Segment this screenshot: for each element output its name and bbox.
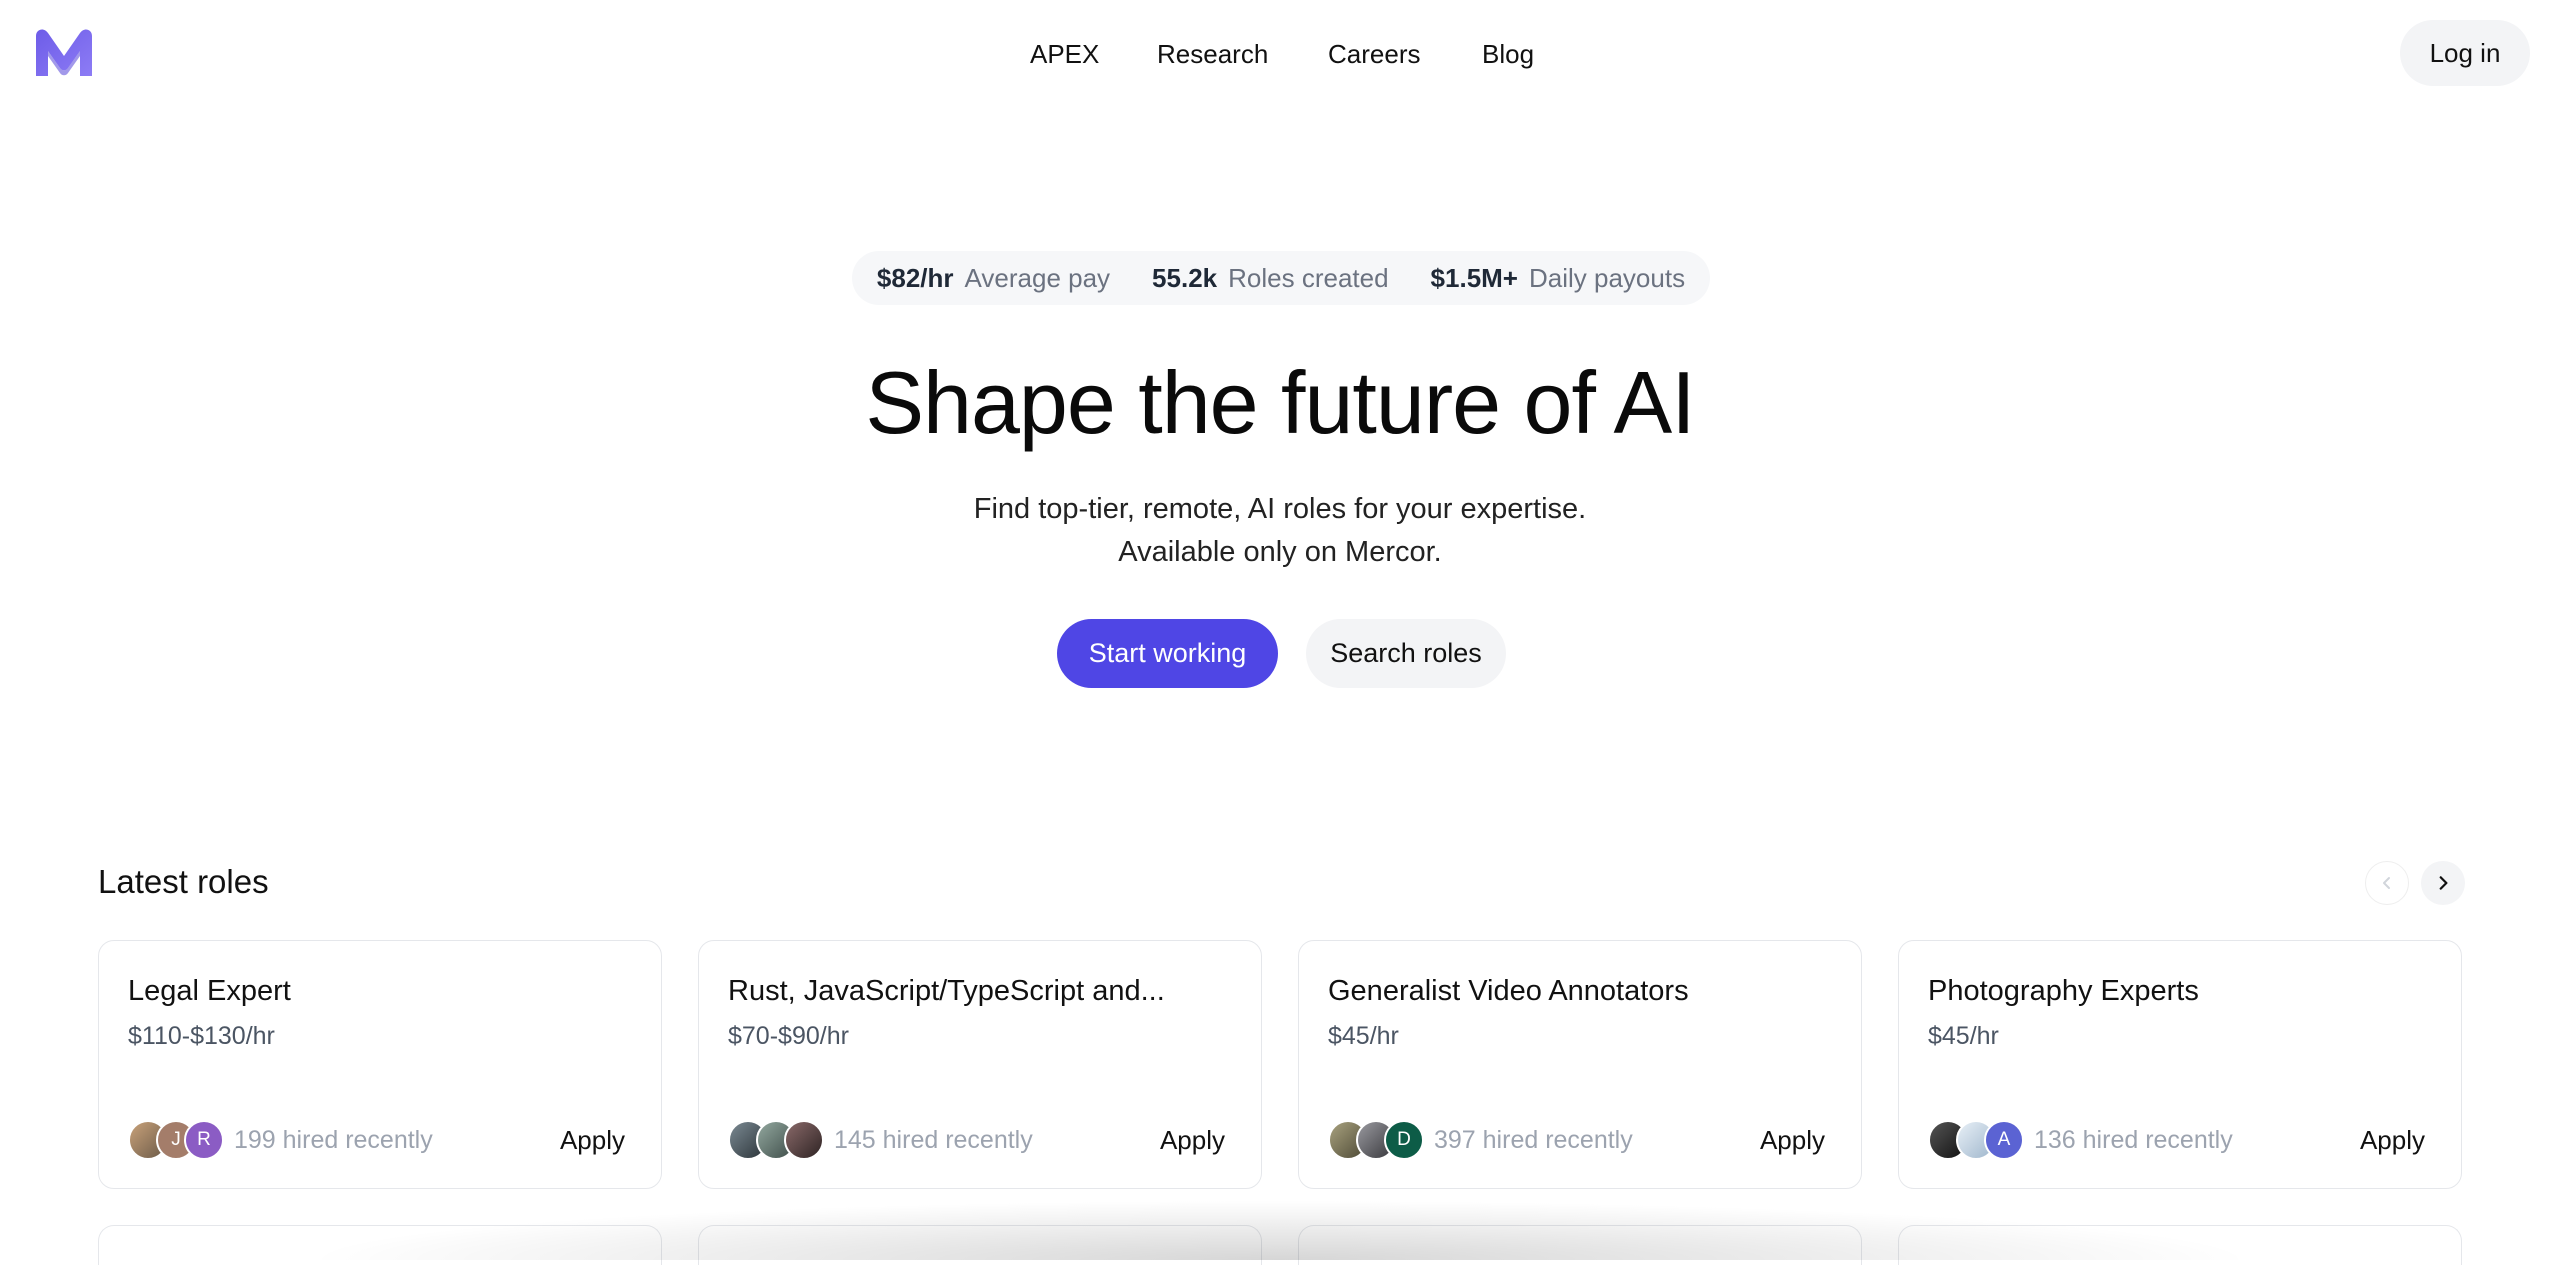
hired-count: 136 hired recently xyxy=(2034,1125,2233,1154)
latest-roles-title: Latest roles xyxy=(98,863,269,900)
stat-daily-payouts: $1.5M+ Daily payouts xyxy=(1431,263,1686,294)
apply-button[interactable]: Apply xyxy=(1760,1125,1825,1156)
role-pay: $70-$90/hr xyxy=(728,1022,849,1050)
role-pay: $45/hr xyxy=(1328,1022,1399,1050)
role-title: Rust, JavaScript/TypeScript and... xyxy=(728,975,1165,1007)
stat-average-pay: $82/hr Average pay xyxy=(877,263,1110,294)
hired-count: 397 hired recently xyxy=(1434,1125,1633,1154)
stat-label: Daily payouts xyxy=(1529,262,1686,293)
role-card-partial[interactable] xyxy=(1298,1225,1862,1265)
role-pay: $110-$130/hr xyxy=(128,1022,275,1050)
avatar: A xyxy=(1984,1120,2024,1160)
carousel-next-button[interactable] xyxy=(2421,861,2465,905)
stat-label: Average pay xyxy=(964,262,1111,293)
nav-link-research[interactable]: Research xyxy=(1157,36,1268,72)
start-working-button[interactable]: Start working xyxy=(1057,619,1278,688)
role-card[interactable]: Photography Experts $45/hr A 136 hired r… xyxy=(1898,940,2462,1189)
hired-avatars: D xyxy=(1328,1120,1424,1160)
login-button[interactable]: Log in xyxy=(2400,20,2530,86)
role-pay: $45/hr xyxy=(1928,1022,1999,1050)
stats-pill: $82/hr Average pay 55.2k Roles created $… xyxy=(852,251,1710,305)
role-cards: Legal Expert $110-$130/hr J R 199 hired … xyxy=(98,940,2462,1190)
chevron-right-icon xyxy=(2439,876,2448,890)
role-title: Legal Expert xyxy=(128,975,291,1007)
hero-subtitle-line-2: Available only on Mercor. xyxy=(1118,536,1442,568)
role-card-partial[interactable] xyxy=(1898,1225,2462,1265)
role-card-partial[interactable] xyxy=(698,1225,1262,1265)
role-card[interactable]: Rust, JavaScript/TypeScript and... $70-$… xyxy=(698,940,1262,1189)
avatar: D xyxy=(1384,1120,1424,1160)
stat-value: $82/hr xyxy=(876,262,954,293)
role-title: Photography Experts xyxy=(1928,975,2199,1007)
nav-link-apex[interactable]: APEX xyxy=(1030,36,1099,72)
role-footer: 145 hired recently Apply xyxy=(728,1119,1225,1161)
main-nav: APEX Research Careers Blog xyxy=(0,36,2560,72)
stat-roles-created: 55.2k Roles created xyxy=(1152,263,1389,294)
nav-link-careers[interactable]: Careers xyxy=(1328,36,1420,72)
role-card[interactable]: Legal Expert $110-$130/hr J R 199 hired … xyxy=(98,940,662,1189)
nav-link-blog[interactable]: Blog xyxy=(1482,36,1534,72)
avatar xyxy=(784,1120,824,1160)
hired-avatars: A xyxy=(1928,1120,2024,1160)
stat-value: 55.2k xyxy=(1152,262,1218,293)
apply-button[interactable]: Apply xyxy=(2360,1125,2425,1156)
stat-value: $1.5M+ xyxy=(1430,262,1518,293)
carousel-prev-button[interactable] xyxy=(2365,861,2409,905)
hero-subtitle: Find top-tier, remote, AI roles for your… xyxy=(0,488,2560,574)
role-footer: D 397 hired recently Apply xyxy=(1328,1119,1825,1161)
apply-button[interactable]: Apply xyxy=(560,1125,625,1156)
role-title: Generalist Video Annotators xyxy=(1328,975,1689,1007)
avatar: R xyxy=(184,1120,224,1160)
role-card-partial[interactable] xyxy=(98,1225,662,1265)
hired-avatars xyxy=(728,1120,824,1160)
chevron-left-icon xyxy=(2383,877,2390,889)
hired-avatars: J R xyxy=(128,1120,224,1160)
stat-label: Roles created xyxy=(1228,262,1389,293)
hero-title: Shape the future of AI xyxy=(865,353,1695,452)
role-footer: A 136 hired recently Apply xyxy=(1928,1119,2425,1161)
apply-button[interactable]: Apply xyxy=(1160,1125,1225,1156)
search-roles-button[interactable]: Search roles xyxy=(1306,619,1506,688)
site-header: APEX Research Careers Blog Log in xyxy=(0,0,2560,106)
role-footer: J R 199 hired recently Apply xyxy=(128,1119,625,1161)
role-cards-next-row xyxy=(98,1225,2462,1265)
role-card[interactable]: Generalist Video Annotators $45/hr D 397… xyxy=(1298,940,1862,1189)
hired-count: 145 hired recently xyxy=(834,1125,1033,1154)
hero-subtitle-line-1: Find top-tier, remote, AI roles for your… xyxy=(973,493,1587,525)
hired-count: 199 hired recently xyxy=(234,1125,433,1154)
